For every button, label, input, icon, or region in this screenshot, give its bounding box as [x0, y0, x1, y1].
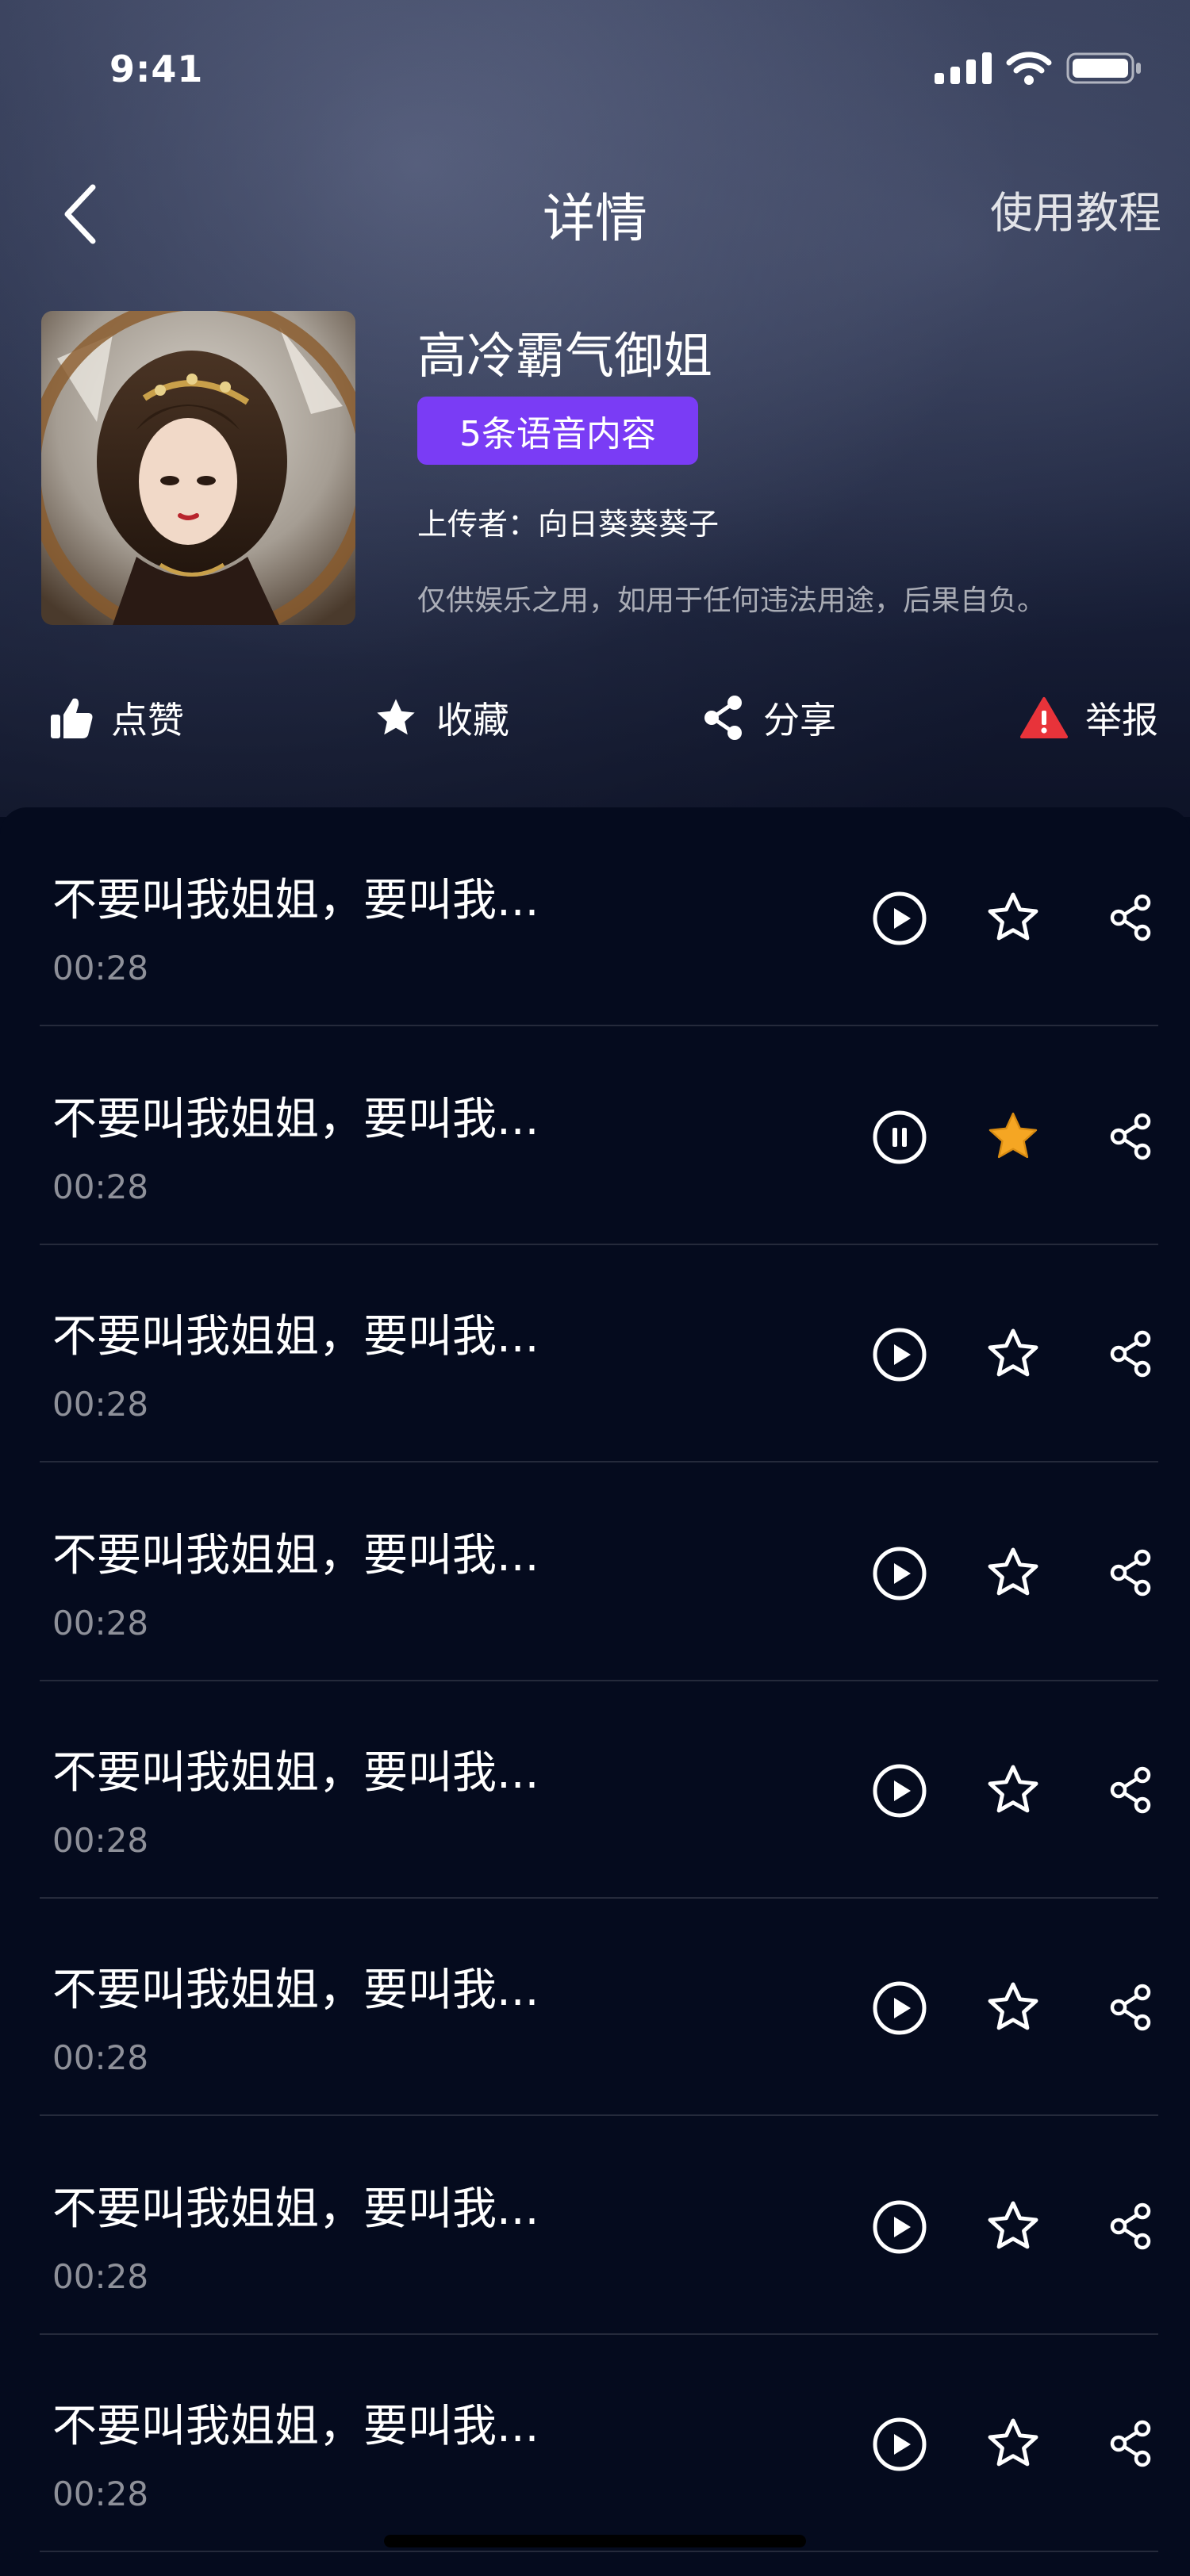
voice-title: 不要叫我姐姐，要叫我...: [52, 1311, 539, 1363]
voice-duration: 00:28: [52, 2474, 149, 2513]
voice-duration: 00:28: [52, 2257, 149, 2296]
home-indicator: [384, 2535, 806, 2547]
voice-list-item[interactable]: 不要叫我姐姐，要叫我... 00:28: [40, 2333, 1158, 2552]
voice-list-item[interactable]: 不要叫我姐姐，要叫我... 00:28: [40, 1026, 1158, 1245]
share-icon[interactable]: [1103, 890, 1158, 945]
voice-list-item[interactable]: 不要叫我姐姐，要叫我... 00:28: [40, 1680, 1158, 1899]
voice-duration: 00:28: [52, 2038, 149, 2077]
cover-illustration: [41, 311, 355, 625]
voice-title: 不要叫我姐姐，要叫我...: [52, 2401, 539, 2452]
voice-title: 不要叫我姐姐，要叫我...: [52, 1094, 539, 1145]
star-outline-icon[interactable]: [984, 2414, 1042, 2473]
play-icon[interactable]: [871, 1326, 928, 1383]
voice-list-item[interactable]: 不要叫我姐姐，要叫我... 00:28: [40, 1462, 1158, 1681]
favorite-label: 收藏: [436, 699, 509, 742]
like-button[interactable]: 点赞: [49, 690, 184, 746]
share-icon[interactable]: [1103, 1980, 1158, 2035]
play-icon[interactable]: [871, 2198, 928, 2256]
voice-duration: 00:28: [52, 1385, 149, 1424]
play-icon[interactable]: [871, 1980, 928, 2037]
share-icon[interactable]: [1103, 1109, 1158, 1164]
uploader-label: 上传者：向日葵葵葵子: [417, 507, 720, 542]
star-outline-icon[interactable]: [984, 1978, 1042, 2037]
voice-duration: 00:28: [52, 1167, 149, 1206]
voice-title: 不要叫我姐姐，要叫我...: [52, 875, 539, 926]
share-icon[interactable]: [1103, 1762, 1158, 1818]
voice-duration: 00:28: [52, 1604, 149, 1643]
wifi-icon: [1006, 52, 1052, 85]
pack-cover-image: [41, 311, 355, 625]
status-time: 9:41: [109, 48, 204, 90]
star-icon: [377, 699, 415, 735]
voice-title: 不要叫我姐姐，要叫我...: [52, 1530, 539, 1581]
star-outline-icon[interactable]: [984, 2197, 1042, 2256]
play-icon[interactable]: [871, 2416, 928, 2473]
voice-title: 不要叫我姐姐，要叫我...: [52, 1747, 539, 1799]
share-icon[interactable]: [1103, 2198, 1158, 2254]
like-label: 点赞: [111, 699, 184, 742]
play-icon[interactable]: [871, 1545, 928, 1602]
voice-count-badge: 5条语音内容: [417, 397, 698, 465]
star-outline-icon[interactable]: [984, 1324, 1042, 1383]
battery-icon: [1066, 52, 1141, 84]
voice-title: 不要叫我姐姐，要叫我...: [52, 1965, 539, 2016]
play-icon[interactable]: [871, 890, 928, 947]
pack-title: 高冷霸气御姐: [417, 327, 713, 385]
share-button[interactable]: 分享: [701, 690, 836, 746]
voice-duration: 00:28: [52, 949, 149, 987]
star-filled-icon[interactable]: [984, 1107, 1042, 1166]
voice-list-item[interactable]: 不要叫我姐姐，要叫我... 00:28: [40, 1244, 1158, 1462]
voice-duration: 00:28: [52, 1821, 149, 1860]
disclaimer-text: 仅供娱乐之用，如用于任何违法用途，后果自负。: [417, 585, 1046, 617]
star-outline-icon[interactable]: [984, 1761, 1042, 1819]
share-icon: [704, 696, 742, 740]
tutorial-link[interactable]: 使用教程: [990, 178, 1161, 240]
pause-icon[interactable]: [871, 1109, 928, 1166]
share-icon[interactable]: [1103, 1545, 1158, 1600]
report-button[interactable]: 举报: [1020, 690, 1158, 746]
voice-list-item[interactable]: 不要叫我姐姐，要叫我... 00:28: [40, 807, 1158, 1026]
voice-list-panel: 不要叫我姐姐，要叫我... 00:28 不要叫我姐姐，要叫我... 00:28 不要叫我…: [0, 807, 1190, 2576]
cellular-signal-icon: [935, 52, 992, 84]
warning-icon: [1020, 697, 1068, 738]
voice-list-item[interactable]: 不要叫我姐姐，要叫我... 00:28: [40, 2116, 1158, 2335]
star-outline-icon[interactable]: [984, 1543, 1042, 1602]
share-icon[interactable]: [1103, 2416, 1158, 2471]
voice-title: 不要叫我姐姐，要叫我...: [52, 2183, 539, 2235]
share-label: 分享: [763, 699, 836, 742]
favorite-button[interactable]: 收藏: [373, 690, 509, 746]
star-outline-icon[interactable]: [984, 888, 1042, 947]
play-icon[interactable]: [871, 1762, 928, 1819]
thumbs-up-icon: [51, 698, 93, 738]
voice-list-item[interactable]: 不要叫我姐姐，要叫我... 00:28: [40, 1897, 1158, 2116]
share-icon[interactable]: [1103, 1326, 1158, 1382]
report-label: 举报: [1085, 699, 1158, 742]
status-icons: [935, 51, 1142, 86]
